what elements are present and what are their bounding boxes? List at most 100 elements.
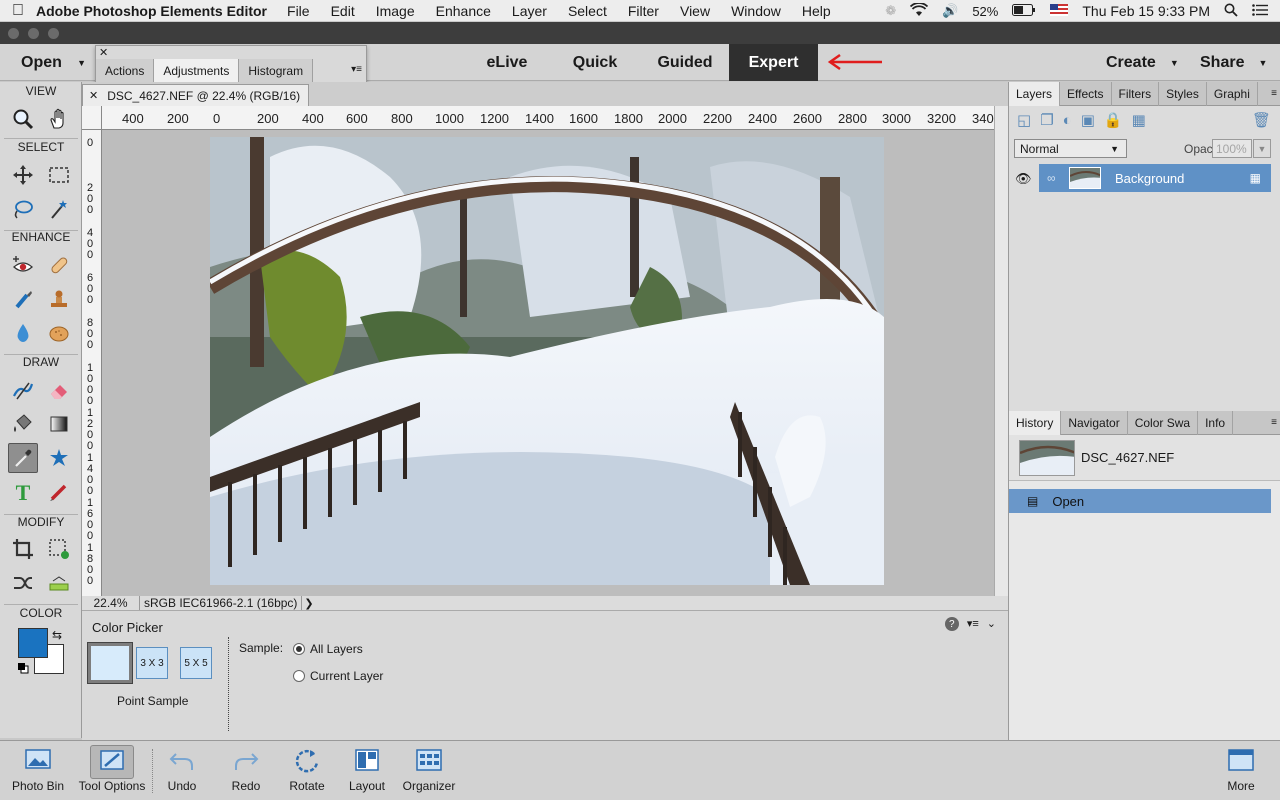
lasso-tool-icon[interactable] — [8, 194, 38, 224]
default-colors-icon[interactable] — [17, 662, 29, 674]
share-button[interactable]: Share ▼ — [1200, 44, 1267, 81]
crop-tool-icon[interactable] — [8, 534, 38, 564]
clone-stamp-tool-icon[interactable] — [44, 284, 74, 314]
sample-3x3-button[interactable]: 3 X 3 — [136, 647, 168, 679]
tab-histogram[interactable]: Histogram — [239, 59, 314, 83]
tab-elive[interactable]: eLive — [466, 44, 548, 81]
chevron-right-icon[interactable]: ❯ — [302, 597, 313, 610]
foreground-color-swatch[interactable] — [18, 628, 48, 658]
layout-button[interactable]: Layout — [344, 745, 390, 797]
close-icon[interactable]: ✕ — [99, 46, 108, 59]
clock[interactable]: Thu Feb 15 9:33 PM — [1082, 3, 1210, 19]
app-name-menu[interactable]: Adobe Photoshop Elements Editor — [36, 3, 267, 19]
gradient-tool-icon[interactable] — [44, 409, 74, 439]
point-sample-button[interactable] — [87, 642, 133, 684]
menu-image[interactable]: Image — [376, 3, 415, 19]
menu-window[interactable]: Window — [731, 3, 781, 19]
help-icon[interactable]: ? — [944, 617, 959, 631]
menu-view[interactable]: View — [680, 3, 710, 19]
straighten-tool-icon[interactable] — [44, 568, 74, 598]
hand-tool-icon[interactable] — [44, 104, 74, 134]
notification-center-icon[interactable] — [1252, 3, 1268, 19]
menu-layer[interactable]: Layer — [512, 3, 547, 19]
paint-bucket-tool-icon[interactable] — [8, 409, 38, 439]
flag-icon[interactable] — [1050, 3, 1069, 19]
wifi-icon[interactable] — [910, 1, 929, 20]
panel-menu-icon[interactable]: ≡ — [1271, 88, 1277, 99]
tab-styles[interactable]: Styles — [1159, 82, 1207, 106]
new-group-icon[interactable]: ❐ — [1040, 111, 1053, 129]
recompose-tool-icon[interactable] — [44, 534, 74, 564]
undo-button[interactable]: Undo — [160, 745, 204, 797]
horizontal-ruler[interactable]: 400 200 0 200 400 600 800 1000 1200 1400… — [82, 106, 994, 130]
tab-color-swatches[interactable]: Color Swa — [1128, 411, 1199, 435]
zoom-tool-icon[interactable] — [8, 104, 38, 134]
tab-adjustments[interactable]: Adjustments — [154, 59, 240, 83]
custom-shape-tool-icon[interactable] — [44, 443, 74, 473]
menu-select[interactable]: Select — [568, 3, 607, 19]
tab-layers[interactable]: Layers — [1009, 82, 1061, 106]
canvas-area[interactable] — [102, 130, 994, 596]
move-tool-icon[interactable] — [8, 160, 38, 190]
chevron-down-icon[interactable]: ▼ — [77, 58, 86, 68]
smart-brush-tool-icon[interactable] — [8, 284, 38, 314]
more-button[interactable]: More — [1216, 745, 1266, 797]
photo-bin-button[interactable]: Photo Bin — [8, 745, 68, 797]
sample-5x5-button[interactable]: 5 X 5 — [180, 647, 212, 679]
collapse-chevron-icon[interactable]: ⌄ — [987, 617, 996, 631]
close-icon[interactable]: ✕ — [89, 89, 98, 102]
swap-colors-icon[interactable]: ⇆ — [52, 628, 62, 642]
zoom-window-button[interactable] — [48, 28, 59, 39]
blur-tool-icon[interactable] — [8, 318, 38, 348]
redo-button[interactable]: Redo — [224, 745, 268, 797]
tab-expert[interactable]: Expert — [729, 44, 818, 81]
current-layer-radio[interactable]: Current Layer — [293, 669, 383, 683]
open-button[interactable]: Open ▼ — [0, 44, 94, 81]
document-tab[interactable]: ✕ DSC_4627.NEF @ 22.4% (RGB/16) — [82, 84, 309, 106]
layer-row-background[interactable]: ∞ Background ▦ — [1039, 164, 1271, 192]
menu-edit[interactable]: Edit — [331, 3, 355, 19]
adjustment-layer-icon[interactable]: ◐ — [1063, 112, 1072, 129]
rotate-button[interactable]: Rotate — [284, 745, 330, 797]
lock-icon[interactable]: 🔒 — [1104, 111, 1123, 129]
minimize-window-button[interactable] — [28, 28, 39, 39]
pencil-tool-icon[interactable] — [44, 477, 74, 507]
vertical-scrollbar[interactable] — [994, 106, 1008, 596]
photo-canvas[interactable] — [210, 137, 884, 585]
opacity-input[interactable]: 100% — [1212, 139, 1252, 158]
healing-brush-tool-icon[interactable] — [44, 250, 74, 280]
tab-history[interactable]: History — [1009, 411, 1062, 435]
tab-info[interactable]: Info — [1198, 411, 1234, 435]
history-snapshot[interactable]: DSC_4627.NEF — [1009, 435, 1280, 481]
options-menu-icon[interactable]: ▾≡ — [967, 617, 979, 631]
history-step-open[interactable]: ▤ Open — [1009, 489, 1271, 513]
apple-icon[interactable]:  — [0, 2, 36, 20]
lock-pixels-icon[interactable]: ▦ — [1132, 111, 1146, 129]
create-button[interactable]: Create ▼ — [1106, 44, 1179, 81]
volume-icon[interactable]: 🔊 — [942, 3, 958, 19]
new-layer-icon[interactable]: ◱ — [1017, 111, 1031, 129]
zoom-level[interactable]: 22.4% — [82, 596, 140, 610]
brush-tool-icon[interactable] — [8, 375, 38, 405]
blend-mode-select[interactable]: Normal ▼ — [1014, 139, 1127, 158]
type-tool-icon[interactable]: T — [8, 477, 38, 507]
menu-enhance[interactable]: Enhance — [436, 3, 491, 19]
tab-effects[interactable]: Effects — [1060, 82, 1112, 106]
menu-filter[interactable]: Filter — [628, 3, 659, 19]
trash-icon[interactable]: 🗑 — [1252, 111, 1271, 129]
vertical-ruler[interactable]: 0 2 0 0 4 0 0 6 0 0 8 0 0 1 0 0 01 2 0 01 4 0… — [82, 130, 102, 596]
chevron-down-icon[interactable]: ▼ — [1253, 139, 1271, 158]
tab-filters[interactable]: Filters — [1112, 82, 1160, 106]
search-icon[interactable] — [1224, 3, 1238, 20]
tab-actions[interactable]: Actions — [96, 59, 155, 83]
content-aware-move-tool-icon[interactable] — [8, 568, 38, 598]
panel-menu-icon[interactable]: ≡ — [1271, 417, 1277, 428]
close-window-button[interactable] — [8, 28, 19, 39]
tab-guided[interactable]: Guided — [644, 44, 726, 81]
eyedropper-tool-icon[interactable] — [8, 443, 38, 473]
battery-icon[interactable] — [1012, 3, 1036, 19]
ruler-origin[interactable] — [82, 106, 102, 130]
all-layers-radio[interactable]: All Layers — [293, 642, 363, 656]
tool-options-button[interactable]: Tool Options — [74, 745, 150, 797]
tab-quick[interactable]: Quick — [554, 44, 636, 81]
